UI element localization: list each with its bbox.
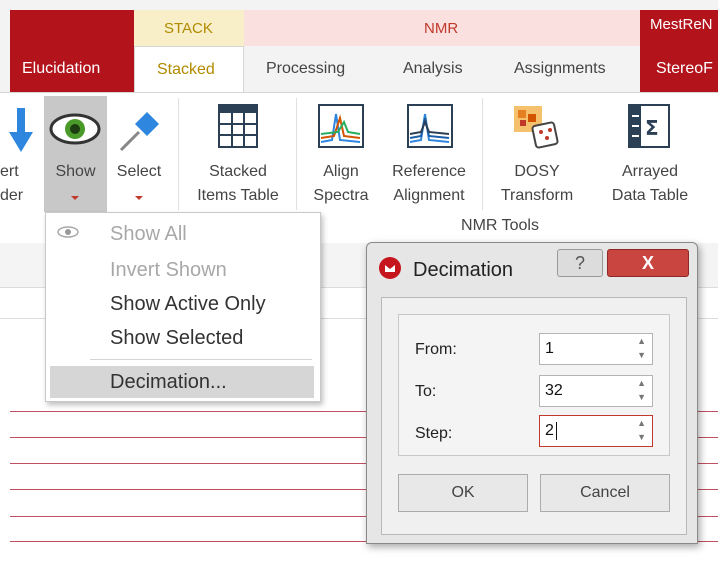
show-button[interactable]: Show xyxy=(44,96,107,212)
to-spinbox[interactable]: 32 ▲ ▼ xyxy=(539,375,653,407)
dialog-content: From: 1 ▲ ▼ To: 32 ▲ ▼ Step: 2 ▲ ▼ OK Ca… xyxy=(381,297,687,535)
tab-assignments[interactable]: Assignments xyxy=(514,60,606,78)
text-cursor xyxy=(556,422,557,440)
decimation-dialog: Decimation ? X From: 1 ▲ ▼ To: 32 ▲ ▼ St… xyxy=(366,242,698,544)
app-logo-glyph-icon xyxy=(385,265,395,272)
eye-icon xyxy=(49,113,101,145)
sum-table-icon: Σ xyxy=(628,104,670,148)
context-stack-label: STACK xyxy=(164,20,213,37)
spin-up-icon[interactable]: ▲ xyxy=(637,336,646,346)
pin-icon xyxy=(119,112,159,152)
help-button[interactable]: ? xyxy=(557,249,603,277)
to-value: 32 xyxy=(545,382,563,399)
reference-alignment-label-1: Reference xyxy=(392,163,466,180)
tab-stacked-label: Stacked xyxy=(157,61,215,78)
select-button[interactable]: Select xyxy=(109,96,169,212)
from-label: From: xyxy=(415,341,457,358)
context-nmr-label: NMR xyxy=(424,20,459,37)
reference-alignment-icon xyxy=(407,104,453,148)
dosy-transform-icon xyxy=(514,106,559,149)
align-spectra-label-1: Align xyxy=(323,163,359,180)
reference-alignment-label-2: Alignment xyxy=(393,187,465,204)
svg-text:Σ: Σ xyxy=(645,116,659,140)
menu-separator xyxy=(90,359,312,360)
close-button[interactable]: X xyxy=(607,249,689,277)
ok-button[interactable]: OK xyxy=(398,474,528,512)
show-label: Show xyxy=(55,163,96,180)
step-label: Step: xyxy=(415,425,453,442)
ribbon-separator xyxy=(482,98,483,210)
ribbon-separator xyxy=(178,98,179,210)
from-value: 1 xyxy=(545,340,554,357)
context-nmr-header: NMR xyxy=(244,10,640,46)
app-logo-icon xyxy=(379,257,401,279)
menu-item-decimation[interactable]: Decimation... xyxy=(50,366,314,398)
dosy-transform-label-2: Transform xyxy=(500,187,574,204)
menu-item-show-all[interactable]: Show All xyxy=(110,221,187,247)
align-spectra-button[interactable]: Align Spectra xyxy=(306,96,376,212)
stacked-items-table-label-2: Items Table xyxy=(197,187,279,204)
invert-order-label-2: der xyxy=(0,187,24,204)
decimation-fields-group: From: 1 ▲ ▼ To: 32 ▲ ▼ Step: 2 ▲ ▼ xyxy=(398,314,670,456)
stacked-items-table-button[interactable]: Stacked Items Table xyxy=(186,96,290,212)
reference-alignment-button[interactable]: Reference Alignment xyxy=(383,96,475,212)
show-dropdown-arrow-icon xyxy=(71,196,79,200)
tab-processing[interactable]: Processing xyxy=(266,60,345,78)
invert-order-button[interactable]: ert der xyxy=(0,100,40,212)
arrayed-data-table-button[interactable]: Σ Arrayed Data Table xyxy=(598,96,702,212)
show-dropdown-menu: Show All Invert Shown Show Active Only S… xyxy=(45,212,321,402)
select-dropdown-arrow-icon xyxy=(135,196,143,200)
dosy-transform-button[interactable]: DOSY Transform xyxy=(488,96,586,212)
to-label: To: xyxy=(415,383,437,400)
tab-stereo[interactable]: StereoF xyxy=(656,60,713,78)
dialog-title: Decimation xyxy=(413,259,514,281)
align-spectra-icon xyxy=(318,104,364,148)
arrow-down-icon xyxy=(9,108,33,152)
ribbon-separator xyxy=(296,98,297,210)
spin-down-icon[interactable]: ▼ xyxy=(637,392,646,402)
select-label: Select xyxy=(116,163,162,180)
tab-elucidation-bg xyxy=(10,10,134,92)
invert-order-label-1: ert xyxy=(0,163,19,180)
step-value: 2 xyxy=(545,422,554,439)
tab-elucidation[interactable]: Elucidation xyxy=(22,60,100,78)
from-spinbox[interactable]: 1 ▲ ▼ xyxy=(539,333,653,365)
step-spinbox[interactable]: 2 ▲ ▼ xyxy=(539,415,653,447)
menu-item-show-selected[interactable]: Show Selected xyxy=(110,325,243,351)
cancel-button[interactable]: Cancel xyxy=(540,474,670,512)
menu-item-decimation-label: Decimation... xyxy=(110,371,227,393)
tab-stacked[interactable]: Stacked xyxy=(134,46,244,94)
dosy-transform-label-1: DOSY xyxy=(514,163,560,180)
table-icon xyxy=(218,104,258,148)
menu-item-show-active-only[interactable]: Show Active Only xyxy=(110,291,266,317)
spin-up-icon[interactable]: ▲ xyxy=(637,378,646,388)
spin-down-icon[interactable]: ▼ xyxy=(637,350,646,360)
stacked-items-table-label-1: Stacked xyxy=(209,163,267,180)
context-stack-header: STACK xyxy=(134,10,244,46)
tab-analysis[interactable]: Analysis xyxy=(403,60,463,78)
align-spectra-label-2: Spectra xyxy=(313,187,369,204)
context-mestrenova-label: MestReN xyxy=(650,16,713,33)
spin-down-icon[interactable]: ▼ xyxy=(637,432,646,442)
context-mestrenova-header: MestReN xyxy=(640,10,718,46)
spin-up-icon[interactable]: ▲ xyxy=(637,418,646,428)
nmr-tools-group-label: NMR Tools xyxy=(461,217,539,234)
arrayed-data-table-label-1: Arrayed xyxy=(621,163,679,180)
menu-item-invert-shown[interactable]: Invert Shown xyxy=(110,257,227,283)
arrayed-data-table-label-2: Data Table xyxy=(611,187,689,204)
eye-icon xyxy=(57,226,79,238)
